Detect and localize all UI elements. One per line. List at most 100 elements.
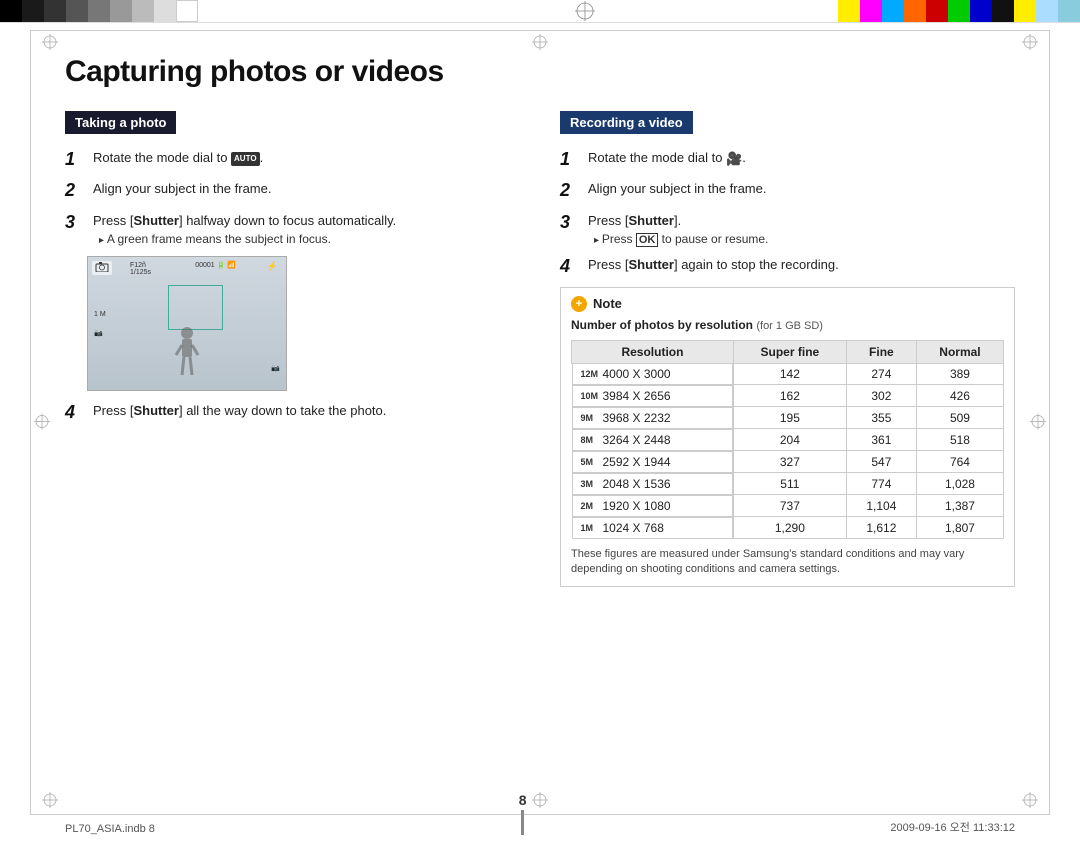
- footer-right: 2009-09-16 오전 11:33:12: [890, 819, 1015, 835]
- td-fine: 1,104: [846, 495, 916, 517]
- step-3-bullet: A green frame means the subject in focus…: [99, 232, 396, 246]
- res-value: 2592 X 1944: [603, 455, 671, 469]
- step-num-1-right: 1: [560, 148, 582, 171]
- res-value: 4000 X 3000: [603, 367, 671, 381]
- col-header-normal: Normal: [916, 340, 1003, 363]
- table-note: These figures are measured under Samsung…: [571, 547, 1004, 578]
- td-normal: 518: [916, 429, 1003, 451]
- res-badge: 10M: [581, 391, 599, 401]
- td-resolution: 9M 3968 X 2232: [572, 407, 733, 429]
- ok-bracket: OK: [636, 233, 659, 247]
- td-resolution: 1M 1024 X 768: [572, 517, 733, 539]
- res-value: 3264 X 2448: [603, 433, 671, 447]
- right-column: Recording a video 1 Rotate the mode dial…: [560, 111, 1015, 587]
- step-num-3-left: 3: [65, 211, 87, 234]
- top-border-line: [0, 22, 1080, 23]
- step-2-left: 2 Align your subject in the frame.: [65, 179, 520, 202]
- step-text-4-left: Press [Shutter] all the way down to take…: [93, 401, 386, 421]
- camera-focus-frame: [168, 285, 223, 330]
- step-1-right: 1 Rotate the mode dial to 🎥.: [560, 148, 1015, 171]
- main-content: Capturing photos or videos Taking a phot…: [65, 55, 1015, 790]
- td-fine: 355: [846, 407, 916, 429]
- step-num-2-left: 2: [65, 179, 87, 202]
- td-fine: 1,612: [846, 517, 916, 539]
- camera-counter: F12ñ1/125s: [130, 262, 256, 276]
- td-superfine: 737: [733, 495, 846, 517]
- camera-display: F12ñ1/125s 00001 🔋 📶 ⚡: [88, 257, 286, 390]
- td-fine: 274: [846, 363, 916, 385]
- td-fine: 302: [846, 385, 916, 407]
- corner-crosshair-tl: [42, 34, 58, 53]
- corner-crosshair-br: [1022, 792, 1038, 811]
- camera-flash-icon: ⚡: [267, 261, 278, 272]
- side-crosshair-left: [34, 413, 50, 432]
- td-resolution: 5M 2592 X 1944: [572, 451, 733, 473]
- note-title: Note: [593, 296, 622, 311]
- td-superfine: 142: [733, 363, 846, 385]
- footer: PL70_ASIA.indb 8 8 2009-09-16 오전 11:33:1…: [65, 792, 1015, 835]
- td-superfine: 204: [733, 429, 846, 451]
- camera-settings-right: 📷: [271, 364, 280, 372]
- res-badge: 9M: [581, 413, 599, 423]
- step-3-right: 3 Press [Shutter]. Press OK to pause or …: [560, 211, 1015, 247]
- res-value: 3984 X 2656: [603, 389, 671, 403]
- step-text-1-right: Rotate the mode dial to 🎥.: [588, 148, 746, 168]
- table-row: 5M2592 X 1944327547764: [572, 451, 1004, 473]
- res-badge: 2M: [581, 501, 599, 511]
- side-crosshair-right: [1030, 413, 1046, 432]
- td-normal: 764: [916, 451, 1003, 473]
- res-value: 3968 X 2232: [603, 411, 671, 425]
- td-resolution: 8M3264 X 2448: [572, 429, 733, 451]
- step-1-left: 1 Rotate the mode dial to AUTO.: [65, 148, 520, 171]
- step-text-3-left: Press [Shutter] halfway down to focus au…: [93, 213, 396, 228]
- res-badge: 12M: [581, 369, 599, 379]
- step-num-3-right: 3: [560, 211, 582, 234]
- note-subtitle: Number of photos by resolution (for 1 GB…: [571, 318, 1004, 332]
- res-badge: 1M: [581, 523, 599, 533]
- page-number-area: 8: [519, 792, 527, 835]
- td-normal: 1,028: [916, 473, 1003, 495]
- td-resolution: 3M2048 X 1536: [572, 473, 733, 495]
- two-column-layout: Taking a photo 1 Rotate the mode dial to…: [65, 111, 1015, 587]
- step-num-4-right: 4: [560, 255, 582, 278]
- crosshair-icon: [575, 1, 595, 21]
- td-resolution: 12M 4000 X 3000: [572, 364, 733, 385]
- camera-subject: [172, 325, 202, 375]
- table-row: 10M3984 X 2656162302426: [572, 385, 1004, 407]
- step-text-3-right: Press [Shutter].: [588, 213, 681, 228]
- td-normal: 1,807: [916, 517, 1003, 539]
- res-value: 1024 X 768: [603, 521, 664, 535]
- note-header: + Note: [571, 296, 1004, 312]
- taking-photo-header: Taking a photo: [65, 111, 176, 134]
- col-header-resolution: Resolution: [572, 340, 734, 363]
- td-normal: 1,387: [916, 495, 1003, 517]
- table-row: 2M1920 X 10807371,1041,387: [572, 495, 1004, 517]
- col-header-fine: Fine: [846, 340, 916, 363]
- td-fine: 774: [846, 473, 916, 495]
- res-badge: 5M: [581, 457, 599, 467]
- step-num-4-left: 4: [65, 401, 87, 424]
- step-text-4-right: Press [Shutter] again to stop the record…: [588, 255, 839, 275]
- step-3-right-bullet: Press OK to pause or resume.: [594, 232, 768, 247]
- side-crosshair-top: [532, 34, 548, 53]
- res-badge: 3M: [581, 479, 599, 489]
- photo-table: Resolution Super fine Fine Normal 12M400…: [571, 340, 1004, 540]
- step-text-1-left: Rotate the mode dial to AUTO.: [93, 148, 263, 168]
- table-row: 3M2048 X 15365117741,028: [572, 473, 1004, 495]
- note-icon: +: [571, 296, 587, 312]
- page-bar: [521, 810, 524, 835]
- video-mode-icon: 🎥: [726, 149, 742, 169]
- left-column: Taking a photo 1 Rotate the mode dial to…: [65, 111, 520, 587]
- step-2-right: 2 Align your subject in the frame.: [560, 179, 1015, 202]
- step-text-2-right: Align your subject in the frame.: [588, 179, 766, 199]
- camera-shot-count: 00001 🔋 📶: [195, 261, 236, 269]
- table-row: 9M3968 X 2232195355509: [572, 407, 1004, 429]
- corner-crosshair-tr: [1022, 34, 1038, 53]
- recording-video-header: Recording a video: [560, 111, 693, 134]
- note-box: + Note Number of photos by resolution (f…: [560, 287, 1015, 587]
- td-normal: 509: [916, 407, 1003, 429]
- table-row: 12M 4000 X 3000 142274389: [572, 363, 1004, 385]
- td-normal: 389: [916, 363, 1003, 385]
- step-4-left: 4 Press [Shutter] all the way down to ta…: [65, 401, 520, 424]
- step-num-1-left: 1: [65, 148, 87, 171]
